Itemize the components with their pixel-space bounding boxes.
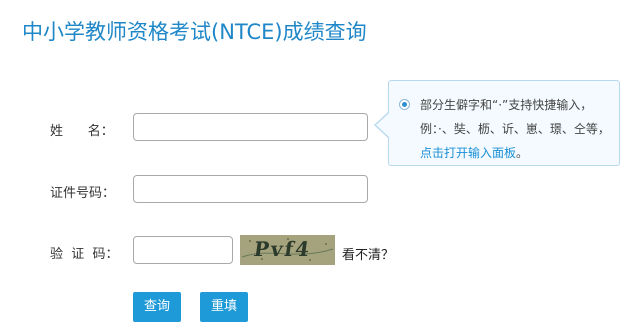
name-input[interactable] (133, 113, 368, 141)
tooltip-end-punct: 。 (516, 146, 529, 160)
refresh-captcha-link[interactable]: 看不清？ (342, 244, 394, 263)
tooltip-arrow-fill (376, 113, 389, 137)
query-button[interactable]: 查询 (133, 292, 181, 322)
page-title: 中小学教师资格考试(NTCE)成绩查询 (22, 20, 367, 44)
reset-button[interactable]: 重填 (200, 292, 248, 322)
open-input-panel-link[interactable]: 点击打开输入面板 (420, 146, 516, 160)
captcha-label: 验 证 码： (50, 247, 119, 262)
captcha-text: Pvf4 (252, 237, 313, 261)
tooltip-text: 部分生僻字和“·”支持快捷输入，例：·、奘、枥、䜣、崽、璟、仝等， 点击打开输入面… (420, 93, 610, 165)
tooltip-message: 部分生僻字和“·”支持快捷输入，例：·、奘、枥、䜣、崽、璟、仝等， (420, 98, 610, 136)
name-label: 姓 名： (50, 124, 114, 139)
captcha-image[interactable]: Pvf4 (240, 235, 335, 265)
id-number-label: 证件号码： (50, 186, 116, 201)
id-number-input[interactable] (133, 175, 368, 203)
captcha-input[interactable] (133, 236, 233, 264)
radio-bullet-icon (399, 99, 410, 110)
